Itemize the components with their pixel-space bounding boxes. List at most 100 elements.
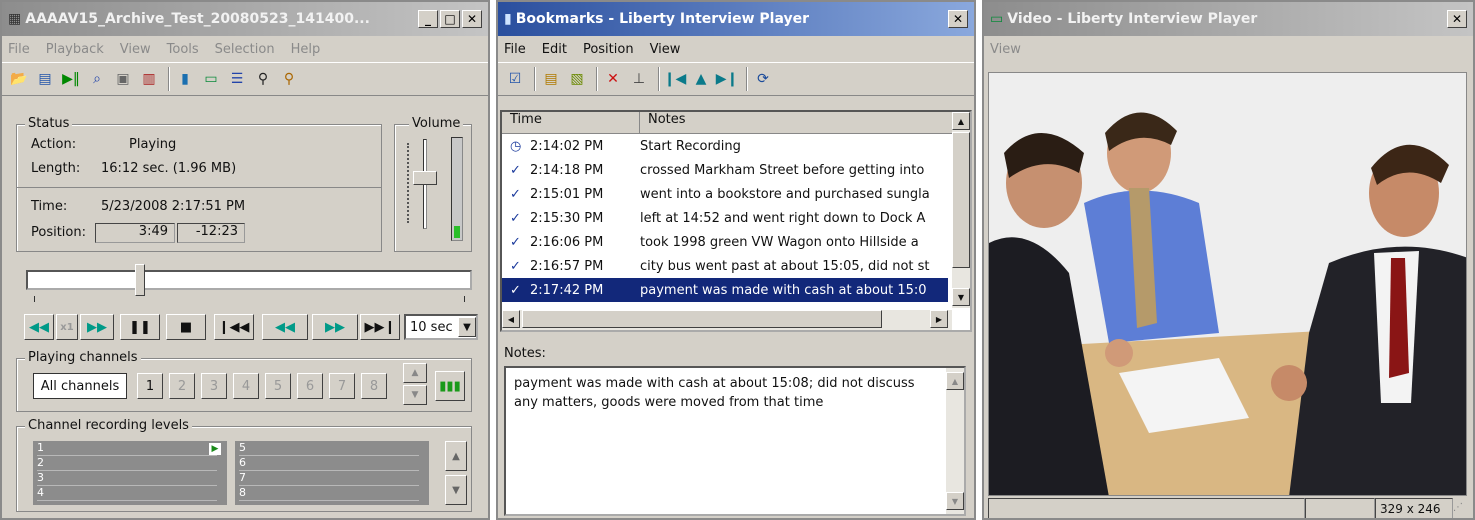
current-bookmark-icon[interactable]: ▲	[690, 68, 712, 90]
bookmarks-title: Bookmarks - Liberty Interview Player	[515, 11, 810, 27]
play-pause-icon[interactable]: ▶‖	[60, 68, 82, 90]
level-row: 7	[239, 471, 419, 486]
scroll-up-arrow[interactable]: ▲	[952, 112, 970, 130]
levels-scroll-up-button[interactable]: ▲	[445, 441, 467, 471]
channel-button-6[interactable]: 6	[297, 373, 323, 399]
all-channels-button[interactable]: All channels	[33, 373, 127, 399]
go-end-button[interactable]: ▶▶❙	[360, 314, 400, 340]
properties-icon[interactable]: ▣	[112, 68, 134, 90]
col-time-header[interactable]: Time	[502, 112, 640, 133]
maximize-button[interactable]: □	[440, 10, 460, 28]
notes-textarea[interactable]: payment was made with cash at about 15:0…	[504, 366, 966, 516]
bm-menu-position[interactable]: Position	[583, 42, 634, 57]
channel-button-5[interactable]: 5	[265, 373, 291, 399]
list-vscroll[interactable]: ▲ ▼	[952, 112, 970, 308]
menu-file[interactable]: File	[8, 42, 30, 57]
load-bookmarks-icon[interactable]: ▧	[566, 68, 588, 90]
bookmark-icon[interactable]: ▮	[174, 68, 196, 90]
video-menu-view[interactable]: View	[990, 42, 1021, 57]
scroll-down-button[interactable]: ▼	[403, 385, 427, 405]
bm-menu-file[interactable]: File	[504, 42, 526, 57]
find-next-icon[interactable]: ⚲	[278, 68, 300, 90]
channel-button-4[interactable]: 4	[233, 373, 259, 399]
menu-view[interactable]: View	[120, 42, 151, 57]
action-value: Playing	[129, 137, 177, 152]
channel-button-1[interactable]: 1	[137, 373, 163, 399]
check-icon: ✓	[510, 210, 521, 226]
channel-button-2[interactable]: 2	[169, 373, 195, 399]
menu-tools[interactable]: Tools	[167, 42, 199, 57]
volume-slider-thumb[interactable]	[413, 171, 437, 185]
import-icon[interactable]: ⊥	[628, 68, 650, 90]
next-bookmark-icon[interactable]: ▶❙	[716, 68, 739, 90]
pause-button[interactable]: ❚❚	[120, 314, 160, 340]
video-close-button[interactable]: ✕	[1447, 10, 1467, 28]
notes-scroll-down[interactable]: ▼	[946, 492, 964, 510]
table-row[interactable]: ✓ 2:17:42 PM payment was made with cash at…	[502, 278, 948, 302]
scroll-right-arrow[interactable]: ▶	[930, 310, 948, 328]
new-bookmark-icon[interactable]: ☑	[504, 68, 526, 90]
position-label: Position:	[31, 225, 86, 240]
player-titlebar[interactable]: ▦ AAAAV15_Archive_Test_20080523_141400..…	[2, 2, 488, 36]
refresh-icon[interactable]: ⟳	[752, 68, 774, 90]
minimize-button[interactable]: _	[418, 10, 438, 28]
table-row[interactable]: ✓ 2:15:01 PM went into a bookstore and pur…	[502, 182, 948, 206]
delete-icon[interactable]: ✕	[602, 68, 624, 90]
go-start-button[interactable]: ❙◀◀	[214, 314, 254, 340]
video-title: Video - Liberty Interview Player	[1007, 11, 1258, 27]
table-row[interactable]: ✓ 2:16:06 PM took 1998 green VW Wagon onto…	[502, 230, 948, 254]
channel-levels-icon[interactable]: ▮▮▮	[435, 371, 465, 401]
search-time-icon[interactable]: ⌕	[86, 68, 108, 90]
channel-button-3[interactable]: 3	[201, 373, 227, 399]
menu-selection[interactable]: Selection	[215, 42, 275, 57]
scroll-down-arrow[interactable]: ▼	[952, 288, 970, 306]
table-row[interactable]: ◷ 2:14:02 PM Start Recording	[502, 134, 948, 158]
fast-forward-button[interactable]: ▶▶	[312, 314, 358, 340]
bookmarks-titlebar[interactable]: ▮ Bookmarks - Liberty Interview Player ✕	[498, 2, 974, 36]
filter-icon[interactable]: ☰	[226, 68, 248, 90]
scroll-left-arrow[interactable]: ◀	[502, 310, 520, 328]
note-cell: Start Recording	[640, 138, 741, 154]
bm-menu-edit[interactable]: Edit	[542, 42, 567, 57]
table-row[interactable]: ✓ 2:16:57 PM city bus went past at about 1…	[502, 254, 948, 278]
video-titlebar[interactable]: ▭ Video - Liberty Interview Player ✕	[984, 2, 1473, 36]
menu-help[interactable]: Help	[291, 42, 321, 57]
list-hscroll[interactable]: ◀ ▶	[502, 310, 952, 330]
progress-thumb[interactable]	[134, 264, 145, 296]
chevron-down-icon[interactable]: ▼	[458, 317, 476, 337]
progress-track[interactable]	[26, 270, 472, 290]
resize-grip-icon[interactable]: ⋰	[1453, 498, 1467, 518]
save-bookmarks-icon[interactable]: ▤	[540, 68, 562, 90]
slow-forward-button[interactable]: ▶▶	[80, 314, 114, 340]
scroll-thumb[interactable]	[952, 132, 970, 268]
channel-button-7[interactable]: 7	[329, 373, 355, 399]
scroll-up-button[interactable]: ▲	[403, 363, 427, 383]
open-folder-icon[interactable]: 📂	[8, 68, 30, 90]
bookmarks-close-button[interactable]: ✕	[948, 10, 968, 28]
find-icon[interactable]: ⚲	[252, 68, 274, 90]
archive-icon[interactable]: ▤	[34, 68, 56, 90]
video-icon[interactable]: ▭	[200, 68, 222, 90]
hscroll-thumb[interactable]	[522, 310, 882, 328]
previous-bookmark-icon[interactable]: ❙◀	[664, 68, 687, 90]
slow-rewind-button[interactable]: ◀◀	[24, 314, 54, 340]
levels-panel-left: 1 2 3 4 ▶	[33, 441, 227, 505]
notes-scroll-up[interactable]: ▲	[946, 372, 964, 390]
rewind-button[interactable]: ◀◀	[262, 314, 308, 340]
notes-vscroll[interactable]: ▲ ▼	[946, 368, 964, 514]
skip-select[interactable]: 10 sec ▼	[404, 314, 478, 340]
levels-scroll-down-button[interactable]: ▼	[445, 475, 467, 505]
table-row[interactable]: ✓ 2:14:18 PM crossed Markham Street before…	[502, 158, 948, 182]
time-cell: ✓ 2:15:30 PM	[502, 211, 640, 226]
playing-channels-label: Playing channels	[25, 350, 141, 365]
stop-button[interactable]: ■	[166, 314, 206, 340]
table-row[interactable]: ✓ 2:15:30 PM left at 14:52 and went right …	[502, 206, 948, 230]
channel-button-8[interactable]: 8	[361, 373, 387, 399]
menu-playback[interactable]: Playback	[46, 42, 104, 57]
close-button[interactable]: ✕	[462, 10, 482, 28]
step-back-button[interactable]: x1	[56, 314, 78, 340]
document-icon[interactable]: ▥	[138, 68, 160, 90]
col-notes-header[interactable]: Notes	[640, 112, 970, 133]
time-cell: ✓ 2:15:01 PM	[502, 187, 640, 202]
bm-menu-view[interactable]: View	[650, 42, 681, 57]
